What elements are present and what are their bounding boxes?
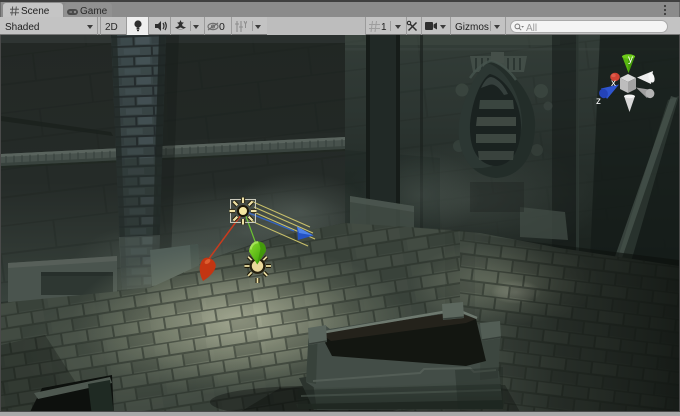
- svg-text:y: y: [628, 54, 633, 65]
- svg-text:z: z: [596, 96, 601, 107]
- svg-text:x: x: [611, 78, 616, 89]
